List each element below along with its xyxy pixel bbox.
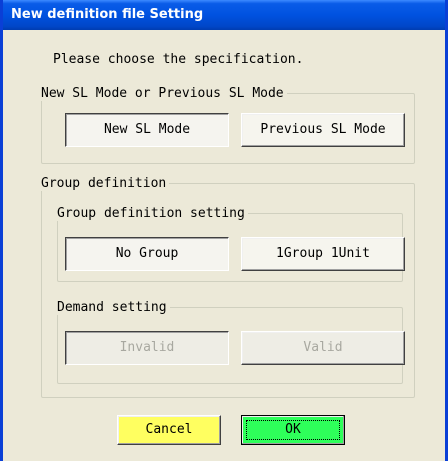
previous-sl-mode-button[interactable]: Previous SL Mode (241, 113, 405, 147)
no-group-label: No Group (115, 246, 179, 261)
window-title: New definition file Setting (11, 7, 204, 22)
invalid-button[interactable]: Invalid (65, 331, 229, 365)
ok-label: OK (285, 422, 301, 437)
no-group-button[interactable]: No Group (65, 237, 229, 271)
one-group-one-unit-label: 1Group 1Unit (276, 246, 370, 261)
cancel-label: Cancel (145, 422, 193, 437)
sl-mode-group-legend: New SL Mode or Previous SL Mode (41, 86, 284, 101)
valid-label: Valid (303, 340, 343, 355)
valid-button[interactable]: Valid (241, 331, 405, 365)
new-sl-mode-label: New SL Mode (103, 122, 191, 137)
instruction-text: Please choose the specification. (53, 52, 304, 67)
title-bar[interactable]: New definition file Setting (3, 0, 445, 30)
demand-setting-legend: Demand setting (57, 300, 167, 315)
ok-button[interactable]: OK (241, 415, 345, 445)
new-sl-mode-button[interactable]: New SL Mode (65, 113, 229, 147)
group-definition-setting-legend: Group definition setting (57, 206, 245, 221)
one-group-one-unit-button[interactable]: 1Group 1Unit (241, 237, 405, 271)
group-definition-legend: Group definition (41, 176, 167, 191)
dialog-window: New definition file Setting Please choos… (0, 0, 448, 461)
cancel-button[interactable]: Cancel (117, 415, 221, 445)
invalid-label: Invalid (119, 340, 175, 355)
previous-sl-mode-label: Previous SL Mode (260, 122, 386, 137)
